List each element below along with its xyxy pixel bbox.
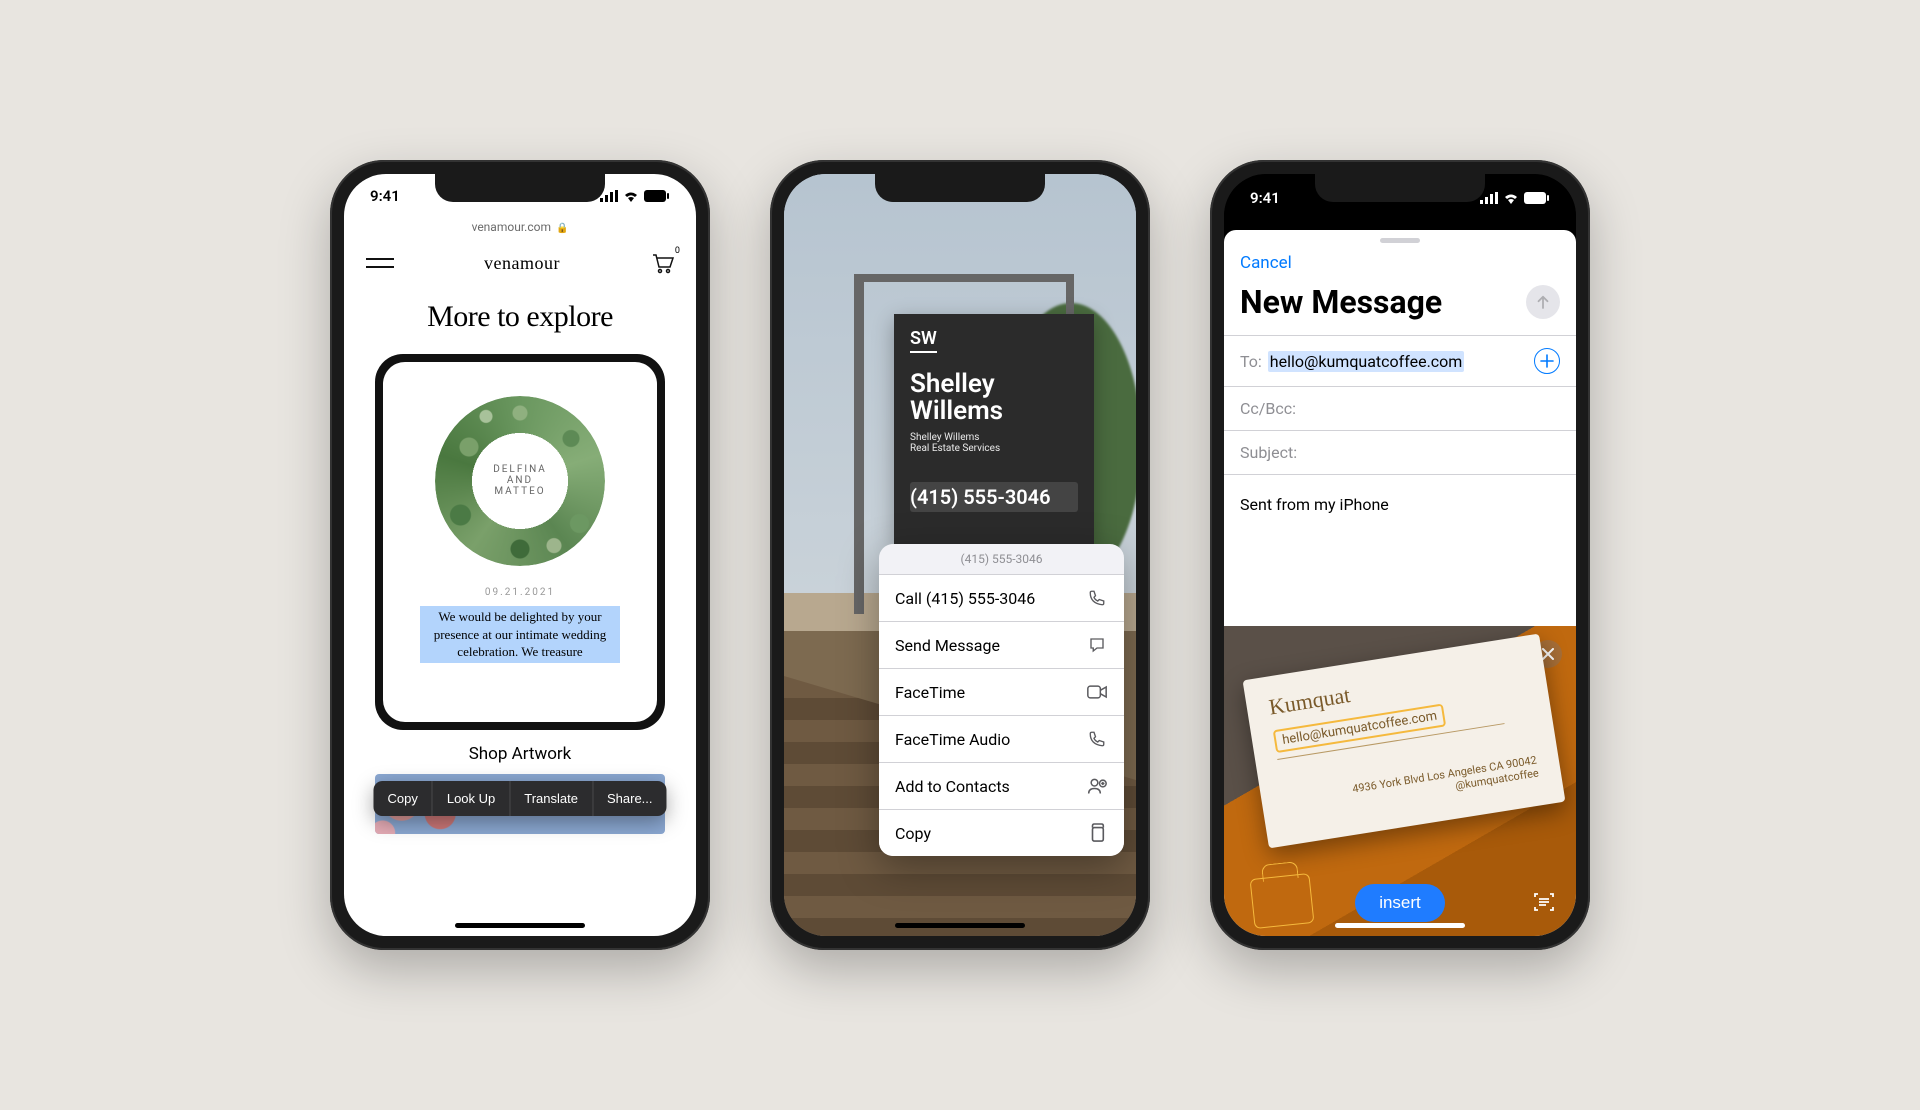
lock-icon: 🔒 xyxy=(556,223,568,234)
sign-agent-name: ShelleyWillems xyxy=(910,371,1078,426)
selection-share[interactable]: Share... xyxy=(593,781,667,816)
sign-subtitle: Shelley WillemsReal Estate Services xyxy=(910,432,1078,454)
product-card[interactable]: DELFINA AND MATTEO 09.21.2021 We would b… xyxy=(375,354,665,730)
arrow-up-icon xyxy=(1534,293,1552,311)
subject-label: Subject: xyxy=(1240,443,1297,462)
live-text-camera-preview[interactable]: Kumquat hello@kumquatcoffee.com 4936 Yor… xyxy=(1224,626,1576,936)
add-recipient-button[interactable] xyxy=(1534,348,1560,374)
selected-text[interactable]: We would be delighted by your presence a… xyxy=(420,606,620,663)
business-card: Kumquat hello@kumquatcoffee.com 4936 Yor… xyxy=(1243,634,1566,849)
menu-call[interactable]: Call (415) 555-3046 xyxy=(879,575,1124,622)
hamburger-menu-icon[interactable] xyxy=(366,258,394,268)
battery-icon xyxy=(644,190,670,202)
menu-copy[interactable]: Copy xyxy=(879,810,1124,856)
status-time: 9:41 xyxy=(1250,189,1280,207)
cancel-button[interactable]: Cancel xyxy=(1240,253,1292,273)
phone-camera-livetext: SW ShelleyWillems Shelley WillemsReal Es… xyxy=(770,160,1150,950)
wifi-icon xyxy=(1503,192,1519,204)
message-icon xyxy=(1086,634,1108,656)
home-indicator[interactable] xyxy=(1335,923,1465,928)
home-indicator[interactable] xyxy=(895,923,1025,928)
shop-artwork-link[interactable]: Shop Artwork xyxy=(344,744,696,764)
hero-title: More to explore xyxy=(344,300,696,334)
close-icon xyxy=(1542,648,1554,660)
device-notch xyxy=(875,174,1045,202)
live-text-icon[interactable] xyxy=(1532,890,1556,918)
plus-icon xyxy=(1540,354,1554,368)
device-notch xyxy=(1315,174,1485,202)
device-notch xyxy=(435,174,605,202)
home-indicator[interactable] xyxy=(455,923,585,928)
selection-copy[interactable]: Copy xyxy=(373,781,432,816)
site-brand[interactable]: venamour xyxy=(484,253,560,274)
invite-names: DELFINA AND MATTEO xyxy=(383,464,657,497)
phone-number-context-menu: (415) 555-3046 Call (415) 555-3046 Send … xyxy=(879,544,1124,856)
insert-button[interactable]: insert xyxy=(1355,884,1445,922)
menu-facetime[interactable]: FaceTime xyxy=(879,669,1124,716)
battery-icon xyxy=(1524,192,1550,204)
ccbcc-field[interactable]: Cc/Bcc: xyxy=(1224,386,1576,430)
safari-url-bar[interactable]: venamour.com 🔒 xyxy=(344,218,696,240)
compose-sheet: Cancel New Message To: hello@kumquatcoff… xyxy=(1224,230,1576,936)
copy-icon xyxy=(1086,822,1108,844)
invite-date: 09.21.2021 xyxy=(383,587,657,598)
url-text: venamour.com xyxy=(472,220,551,234)
signature-text: Sent from my iPhone xyxy=(1240,495,1389,514)
to-label: To: xyxy=(1240,352,1262,371)
site-header: venamour 0 xyxy=(344,240,696,292)
send-button[interactable] xyxy=(1526,285,1560,319)
subject-field[interactable]: Subject: xyxy=(1224,430,1576,474)
phone-icon xyxy=(1086,587,1108,609)
signal-icon xyxy=(1480,192,1498,204)
sheet-grabber[interactable] xyxy=(1380,238,1420,243)
selection-translate[interactable]: Translate xyxy=(510,781,593,816)
menu-add-contact[interactable]: Add to Contacts xyxy=(879,763,1124,810)
add-contact-icon xyxy=(1086,775,1108,797)
cart-badge: 0 xyxy=(675,246,680,256)
phone-mail-compose: 9:41 Cancel New Message To: hello@kumqua… xyxy=(1210,160,1590,950)
sign-phone-number[interactable]: (415) 555-3046 xyxy=(910,482,1078,512)
context-menu-header: (415) 555-3046 xyxy=(879,544,1124,575)
to-field[interactable]: To: hello@kumquatcoffee.com xyxy=(1224,335,1576,386)
sign-logo: SW xyxy=(910,328,937,353)
ccbcc-label: Cc/Bcc: xyxy=(1240,399,1296,418)
text-selection-menu: Copy Look Up Translate Share... xyxy=(373,781,666,816)
menu-send-message[interactable]: Send Message xyxy=(879,622,1124,669)
real-estate-sign: SW ShelleyWillems Shelley WillemsReal Es… xyxy=(894,314,1094,544)
status-time: 9:41 xyxy=(370,187,400,205)
video-icon xyxy=(1086,681,1108,703)
cart-button[interactable]: 0 xyxy=(650,252,674,274)
compose-title: New Message xyxy=(1240,283,1442,321)
message-body[interactable]: Sent from my iPhone xyxy=(1224,474,1576,534)
wifi-icon xyxy=(623,190,639,202)
menu-facetime-audio[interactable]: FaceTime Audio xyxy=(879,716,1124,763)
phone-safari: 9:41 venamour.com 🔒 venamour xyxy=(330,160,710,950)
phone-icon xyxy=(1086,728,1108,750)
selection-lookup[interactable]: Look Up xyxy=(433,781,510,816)
to-value[interactable]: hello@kumquatcoffee.com xyxy=(1268,351,1465,372)
